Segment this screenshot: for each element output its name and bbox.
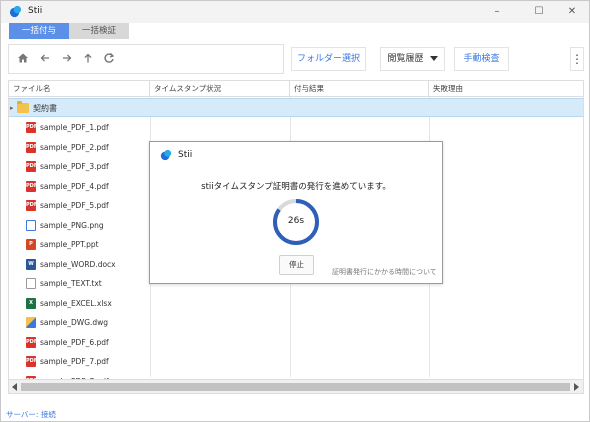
excel-icon: X <box>26 297 36 309</box>
folder-name: 契約書 <box>33 104 57 113</box>
file-name: sample_PDF_4.pdf <box>40 181 109 191</box>
dwg-icon <box>26 317 36 328</box>
pdf-icon: PDF <box>26 161 37 172</box>
file-name: sample_PNG.png <box>40 220 104 230</box>
stop-button[interactable]: 停止 <box>279 255 314 275</box>
navigation-box <box>8 44 284 74</box>
file-name: sample_PDF_6.pdf <box>40 337 109 347</box>
issuance-time-help-link[interactable]: 証明書発行にかかる時間について <box>332 267 437 277</box>
scroll-left-icon[interactable] <box>12 383 17 391</box>
folder-icon <box>17 101 29 113</box>
back-arrow-icon[interactable] <box>38 52 52 66</box>
table-row[interactable]: PDF sample_PDF_6.pdf <box>9 333 583 353</box>
file-name: sample_PDF_7.pdf <box>40 357 109 366</box>
table-row[interactable]: PDF sample_PDF_1.pdf <box>9 118 583 138</box>
folder-row[interactable]: ▸ 契約書 <box>9 98 583 117</box>
file-name: sample_PDF_5.pdf <box>40 201 109 210</box>
horizontal-scrollbar[interactable] <box>9 379 583 393</box>
column-header-filename[interactable]: ファイル名 <box>9 81 150 97</box>
column-header-timestamp-status[interactable]: タイムスタンプ状況 <box>150 81 290 97</box>
scroll-right-icon[interactable] <box>574 383 579 391</box>
scrollbar-thumb[interactable] <box>21 383 570 391</box>
up-arrow-icon[interactable] <box>81 52 95 66</box>
stii-logo-icon <box>9 5 22 18</box>
file-name: sample_WORD.docx <box>40 259 116 269</box>
file-name: sample_PDF_2.pdf <box>40 142 109 152</box>
tab-batch-grant[interactable]: 一括付与 <box>9 23 69 39</box>
table-row[interactable]: Xsample_EXCEL.xlsx <box>9 294 583 314</box>
history-label: 閲覧履歴 <box>387 54 424 64</box>
chevron-down-icon <box>429 56 438 61</box>
ppt-icon: P <box>26 239 36 250</box>
countdown-text: 26s <box>287 216 305 226</box>
folder-select-button[interactable]: フォルダー選択 <box>291 47 366 71</box>
expand-caret-icon[interactable]: ▸ <box>10 104 14 112</box>
column-header-grant-result[interactable]: 付与結果 <box>290 81 429 97</box>
server-status: サーバー: 接続 <box>6 410 56 419</box>
dialog-title: Stii <box>178 150 193 160</box>
maximize-button[interactable]: ☐ <box>529 4 549 20</box>
forward-arrow-icon[interactable] <box>60 52 74 66</box>
title-bar: Stii – ☐ ✕ <box>1 1 589 23</box>
file-name: sample_EXCEL.xlsx <box>40 298 112 308</box>
refresh-icon[interactable] <box>102 52 116 66</box>
word-icon: W <box>26 258 36 270</box>
table-row[interactable]: sample_DWG.dwg <box>9 313 583 333</box>
progress-dialog: Stii stiiタイムスタンプ証明書の発行を進めています。 26s 停止 証明… <box>149 141 443 284</box>
file-name: sample_TEXT.txt <box>40 279 102 288</box>
app-window: Stii – ☐ ✕ 一括付与 一括検証 フォルダー選択 閲覧履歴 手動検査 ⋮… <box>0 0 590 422</box>
history-dropdown[interactable]: 閲覧履歴 <box>380 47 445 71</box>
table-header: ファイル名 タイムスタンプ状況 付与結果 失敗理由 <box>9 81 583 97</box>
column-header-failure-reason[interactable]: 失敗理由 <box>429 81 583 97</box>
pdf-icon: PDF <box>26 122 37 133</box>
mode-tabs: 一括付与 一括検証 <box>9 23 129 39</box>
minimize-button[interactable]: – <box>487 4 507 20</box>
manual-check-button[interactable]: 手動検査 <box>454 47 509 71</box>
pdf-icon: PDF <box>26 180 37 192</box>
table-row[interactable]: PDFsample_PDF_7.pdf <box>9 352 583 372</box>
file-name: sample_DWG.dwg <box>40 318 109 327</box>
dialog-message: stiiタイムスタンプ証明書の発行を進めています。 <box>201 182 391 192</box>
file-name: sample_PDF_3.pdf <box>40 162 109 171</box>
home-icon[interactable] <box>16 52 30 66</box>
stii-logo-icon <box>160 149 172 161</box>
file-name: sample_PDF_1.pdf <box>40 123 109 132</box>
tab-batch-verify[interactable]: 一括検証 <box>69 23 129 39</box>
close-button[interactable]: ✕ <box>562 4 582 20</box>
pdf-icon: PDF <box>26 356 37 367</box>
window-title: Stii <box>28 6 43 16</box>
pdf-icon: PDF <box>26 336 37 348</box>
text-icon <box>26 278 36 289</box>
toolbar: フォルダー選択 閲覧履歴 手動検査 ⋮ <box>8 44 584 74</box>
pdf-icon: PDF <box>26 200 37 211</box>
pdf-icon: PDF <box>26 141 37 153</box>
more-menu-icon[interactable]: ⋮ <box>570 47 584 71</box>
png-icon <box>26 219 36 231</box>
file-name: sample_PPT.ppt <box>40 240 99 249</box>
